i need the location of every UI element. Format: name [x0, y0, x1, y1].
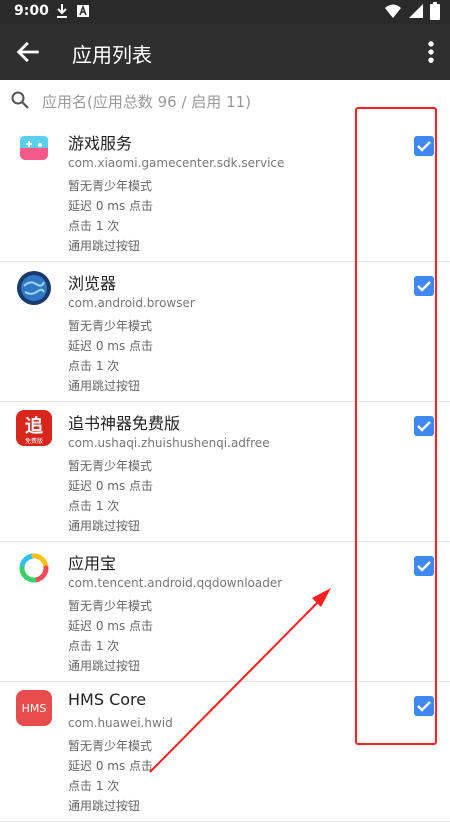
app-click-count: 点击 1 次 — [68, 359, 120, 373]
wifi-icon — [385, 4, 401, 18]
list-item[interactable]: 应用宝 com.tencent.android.qqdownloader 暂无青… — [0, 542, 450, 682]
app-click-count: 点击 1 次 — [68, 219, 120, 233]
app-delay: 延迟 0 ms 点击 — [68, 479, 154, 493]
battery-icon — [430, 2, 440, 20]
app-name: 游戏服务 — [68, 134, 133, 153]
app-teen-mode: 暂无青少年模式 — [68, 459, 153, 473]
signal-icon — [409, 4, 423, 18]
icon-text: 追 — [25, 415, 43, 437]
app-package: com.xiaomi.gamecenter.sdk.service — [68, 156, 285, 170]
app-click-count: 点击 1 次 — [68, 639, 120, 653]
browser-app-icon — [16, 270, 52, 306]
app-bar: 应用列表 — [0, 24, 450, 80]
app-skip-rule: 通用跳过按钮 — [68, 379, 141, 393]
list-item[interactable]: 浏览器 com.android.browser 暂无青少年模式 延迟 0 ms … — [0, 262, 450, 402]
app-name: 追书神器免费版 — [68, 414, 181, 433]
app-list: 游戏服务 com.xiaomi.gamecenter.sdk.service 暂… — [0, 122, 450, 822]
app-package: com.huawei.hwid — [68, 716, 173, 730]
app-teen-mode: 暂无青少年模式 — [68, 319, 153, 333]
search-bar — [0, 80, 450, 122]
app-skip-rule: 通用跳过按钮 — [68, 239, 141, 253]
app-package: com.tencent.android.qqdownloader — [68, 576, 283, 590]
list-item[interactable]: HMS HMS Core com.huawei.hwid 暂无青少年模式 延迟 … — [0, 682, 450, 822]
app-skip-rule: 通用跳过按钮 — [68, 659, 141, 673]
app-name: 浏览器 — [68, 274, 117, 293]
app-package: com.ushaqi.zhuishushenqi.adfree — [68, 436, 270, 450]
a-notification-icon — [77, 4, 89, 17]
status-icons — [384, 2, 440, 20]
app-name: 应用宝 — [68, 554, 117, 573]
hms-core-app-icon: HMS — [16, 690, 52, 726]
app-delay: 延迟 0 ms 点击 — [68, 339, 154, 353]
page-title: 应用列表 — [72, 43, 152, 67]
icon-text: HMS — [22, 702, 47, 715]
enabled-checkbox[interactable] — [414, 276, 434, 296]
status-time: 9:00 — [14, 3, 49, 19]
app-delay: 延迟 0 ms 点击 — [68, 759, 154, 773]
enabled-checkbox[interactable] — [414, 136, 434, 156]
app-teen-mode: 暂无青少年模式 — [68, 179, 153, 193]
download-icon — [57, 4, 67, 18]
list-item[interactable]: 游戏服务 com.xiaomi.gamecenter.sdk.service 暂… — [0, 122, 450, 262]
list-item[interactable]: 追 免费版 追书神器免费版 com.ushaqi.zhuishushenqi.a… — [0, 402, 450, 542]
enabled-checkbox[interactable] — [414, 696, 434, 716]
search-input[interactable] — [40, 88, 424, 116]
app-package: com.android.browser — [68, 296, 195, 310]
more-vertical-icon[interactable] — [424, 38, 438, 66]
app-delay: 延迟 0 ms 点击 — [68, 619, 154, 633]
yingyongbao-app-icon — [16, 550, 52, 586]
zhuishu-app-icon: 追 免费版 — [16, 410, 52, 446]
app-name: HMS Core — [68, 690, 147, 709]
app-teen-mode: 暂无青少年模式 — [68, 599, 153, 613]
arrow-left-icon[interactable] — [14, 38, 42, 66]
game-service-app-icon — [16, 130, 52, 166]
app-delay: 延迟 0 ms 点击 — [68, 199, 154, 213]
status-bar: 9:00 — [0, 0, 450, 24]
app-skip-rule: 通用跳过按钮 — [68, 519, 141, 533]
search-icon — [11, 91, 29, 109]
enabled-checkbox[interactable] — [414, 416, 434, 436]
app-click-count: 点击 1 次 — [68, 779, 120, 793]
app-click-count: 点击 1 次 — [68, 499, 120, 513]
enabled-checkbox[interactable] — [414, 556, 434, 576]
app-teen-mode: 暂无青少年模式 — [68, 739, 153, 753]
icon-subtext: 免费版 — [25, 437, 43, 445]
